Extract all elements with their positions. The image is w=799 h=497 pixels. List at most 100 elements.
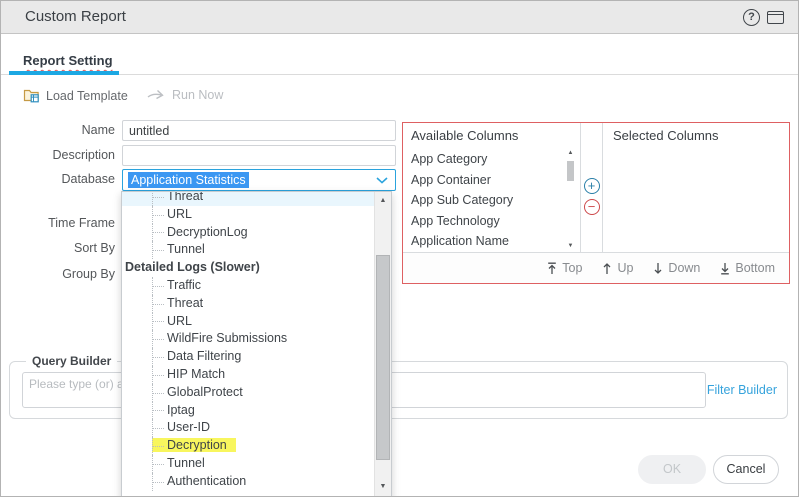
scroll-up-icon[interactable]: ▲ bbox=[375, 197, 391, 204]
dialog-title: Custom Report bbox=[25, 1, 126, 33]
dropdown-option-label: Tunnel bbox=[167, 456, 205, 470]
move-bottom-label: Bottom bbox=[735, 261, 775, 275]
available-columns-section: Available Columns App CategoryApp Contai… bbox=[403, 123, 581, 252]
columns-transfer-controls: + − bbox=[581, 123, 603, 252]
available-columns-list: App CategoryApp ContainerApp Sub Categor… bbox=[403, 149, 580, 252]
scroll-down-icon[interactable]: ▼ bbox=[375, 483, 391, 490]
available-columns-header: Available Columns bbox=[403, 123, 580, 149]
window-icon-bar bbox=[768, 14, 783, 15]
custom-report-dialog: Custom Report ? Report Setting Load Temp… bbox=[0, 0, 799, 497]
dropdown-option[interactable]: URL bbox=[122, 313, 374, 331]
dropdown-option[interactable]: Iptag bbox=[122, 402, 374, 420]
ok-button[interactable]: OK bbox=[638, 455, 706, 484]
dropdown-option-label: GlobalProtect bbox=[167, 385, 243, 399]
titlebar: Custom Report ? bbox=[1, 1, 798, 34]
query-builder-legend: Query Builder bbox=[26, 354, 117, 368]
load-template-icon bbox=[23, 88, 40, 103]
dropdown-option-label: HIP Match bbox=[167, 367, 225, 381]
move-top-label: Top bbox=[562, 261, 582, 275]
move-up-button[interactable]: Up bbox=[602, 261, 633, 275]
dropdown-option[interactable]: Data Filtering bbox=[122, 348, 374, 366]
dropdown-option[interactable]: Decryption bbox=[122, 437, 374, 455]
dropdown-option[interactable]: Threat bbox=[122, 191, 374, 206]
dropdown-option-label: URL bbox=[167, 314, 192, 328]
dropdown-option-label: URL bbox=[167, 207, 192, 221]
window-icon[interactable] bbox=[767, 11, 784, 24]
dropdown-option[interactable]: Tunnel bbox=[122, 241, 374, 259]
dropdown-option[interactable]: DecryptionLog bbox=[122, 224, 374, 242]
database-select[interactable]: Application Statistics bbox=[122, 169, 396, 191]
description-label: Description bbox=[1, 145, 115, 166]
remove-column-button[interactable]: − bbox=[584, 199, 600, 215]
dropdown-option-label: Data Filtering bbox=[167, 349, 241, 363]
dropdown-group-header: Detailed Logs (Slower) bbox=[122, 259, 374, 277]
dropdown-option[interactable]: Tunnel bbox=[122, 455, 374, 473]
load-template-button[interactable]: Load Template bbox=[23, 88, 128, 103]
dropdown-option[interactable]: Traffic bbox=[122, 277, 374, 295]
dropdown-option-label: User-ID bbox=[167, 420, 210, 434]
description-input[interactable] bbox=[122, 145, 396, 166]
move-bottom-button[interactable]: Bottom bbox=[720, 261, 775, 275]
database-label: Database bbox=[1, 169, 115, 190]
scrollbar-thumb[interactable] bbox=[567, 161, 574, 181]
dropdown-option[interactable]: WildFire Submissions bbox=[122, 330, 374, 348]
name-label: Name bbox=[1, 120, 115, 141]
selected-columns-section: Selected Columns bbox=[603, 123, 789, 252]
dropdown-option-label: Decryption bbox=[167, 438, 236, 452]
columns-panel-body: Available Columns App CategoryApp Contai… bbox=[403, 123, 789, 252]
cancel-button[interactable]: Cancel bbox=[713, 455, 779, 484]
run-now-arrow-icon bbox=[147, 89, 166, 101]
database-selected-value: Application Statistics bbox=[128, 172, 249, 188]
scrollbar-thumb[interactable] bbox=[376, 255, 390, 460]
available-column-item[interactable]: App Technology bbox=[403, 211, 580, 232]
database-dropdown: Threat URL DecryptionLog Tunnel Detailed Log… bbox=[121, 191, 392, 497]
available-column-item[interactable]: App Category bbox=[403, 149, 580, 170]
sort-by-label: Sort By bbox=[1, 238, 115, 259]
scroll-down-icon[interactable]: ▼ bbox=[565, 243, 576, 249]
arrow-to-bottom-icon bbox=[720, 262, 730, 275]
available-column-item[interactable]: Application Name bbox=[403, 231, 580, 252]
name-input[interactable] bbox=[122, 120, 396, 141]
dropdown-option[interactable]: URL bbox=[122, 206, 374, 224]
move-down-label: Down bbox=[668, 261, 700, 275]
help-icon[interactable]: ? bbox=[743, 9, 760, 26]
dropdown-option[interactable]: HIP Match bbox=[122, 366, 374, 384]
tab-divider bbox=[1, 74, 798, 75]
dropdown-option-label: Authentication bbox=[167, 474, 246, 488]
group-by-label: Group By bbox=[1, 264, 115, 285]
run-now-label: Run Now bbox=[172, 88, 223, 102]
arrow-down-icon bbox=[653, 262, 663, 275]
tab-report-setting[interactable]: Report Setting bbox=[23, 53, 113, 68]
database-dropdown-list: Threat URL DecryptionLog Tunnel Detailed Log… bbox=[122, 191, 374, 491]
dropdown-option-label: WildFire Submissions bbox=[167, 331, 287, 345]
columns-panel: Available Columns App CategoryApp Contai… bbox=[402, 122, 790, 284]
column-order-toolbar: Top Up Down Bottom bbox=[403, 252, 789, 283]
titlebar-icons: ? bbox=[743, 9, 784, 26]
dropdown-option-label: Threat bbox=[167, 296, 203, 310]
time-frame-label: Time Frame bbox=[1, 213, 115, 234]
add-column-button[interactable]: + bbox=[584, 178, 600, 194]
available-columns-scrollbar[interactable]: ▲ ▼ bbox=[565, 150, 576, 249]
dropdown-option[interactable]: GlobalProtect bbox=[122, 384, 374, 402]
move-down-button[interactable]: Down bbox=[653, 261, 700, 275]
move-top-button[interactable]: Top bbox=[547, 261, 582, 275]
dropdown-option-label: Tunnel bbox=[167, 242, 205, 256]
run-now-button[interactable]: Run Now bbox=[147, 88, 223, 102]
load-template-label: Load Template bbox=[46, 89, 128, 103]
scroll-up-icon[interactable]: ▲ bbox=[565, 150, 576, 156]
dropdown-option-label: Threat bbox=[167, 191, 203, 203]
dropdown-option-label: Traffic bbox=[167, 278, 201, 292]
dropdown-scrollbar[interactable]: ▲ ▼ bbox=[374, 192, 391, 497]
chevron-down-icon bbox=[376, 177, 388, 184]
dropdown-option[interactable]: Authentication bbox=[122, 473, 374, 491]
available-column-item[interactable]: App Container bbox=[403, 170, 580, 191]
filter-builder-link[interactable]: Filter Builder bbox=[707, 383, 777, 397]
dropdown-option-label: DecryptionLog bbox=[167, 225, 248, 239]
dropdown-option-label: Iptag bbox=[167, 403, 195, 417]
dropdown-option[interactable]: User-ID bbox=[122, 419, 374, 437]
dropdown-option[interactable]: Threat bbox=[122, 295, 374, 313]
available-column-item[interactable]: App Sub Category bbox=[403, 190, 580, 211]
arrow-up-icon bbox=[602, 262, 612, 275]
tab-active-indicator bbox=[9, 71, 119, 75]
move-up-label: Up bbox=[617, 261, 633, 275]
